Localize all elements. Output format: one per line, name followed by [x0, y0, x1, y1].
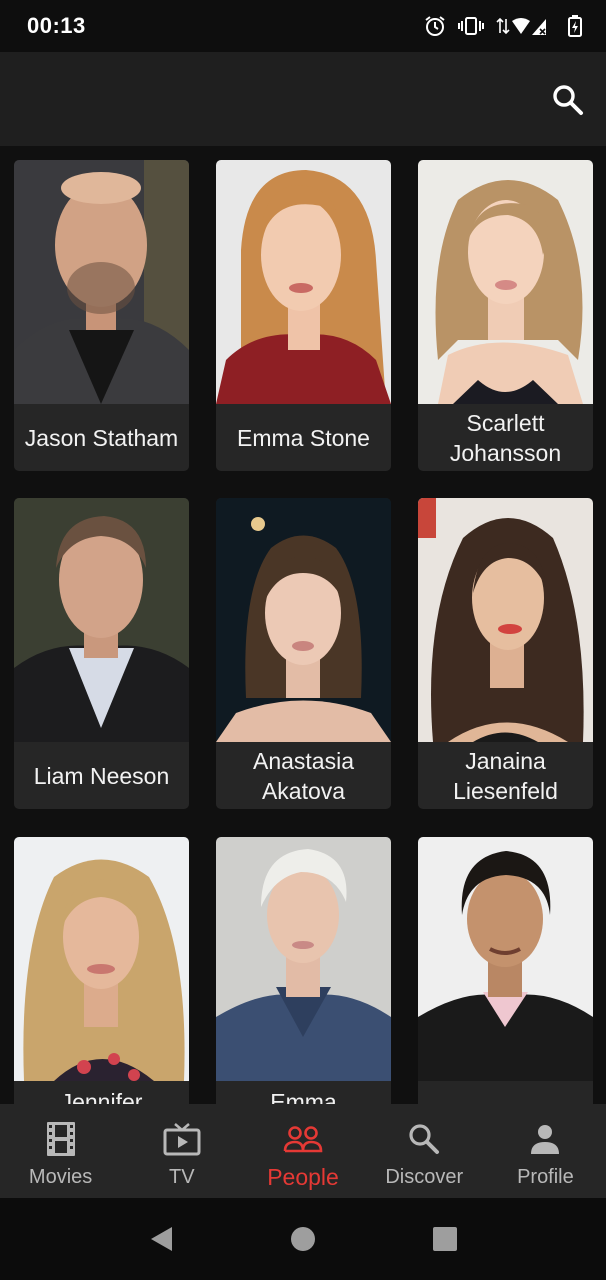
person-card-anastasia-akatova[interactable]: Anastasia Akatova [216, 498, 391, 809]
person-name: Anastasia Akatova [252, 747, 354, 804]
person-card-emma-stone[interactable]: Emma Stone [216, 160, 391, 471]
person-name: Jason Statham [24, 424, 179, 451]
person-name: Liam Neeson [33, 762, 170, 789]
person-name: Jennifer [60, 1089, 143, 1104]
person-photo [418, 160, 593, 404]
nav-label: Discover [385, 1166, 464, 1188]
people-grid: Jason Statham Emma Stone Scarlett Johans… [0, 146, 606, 1104]
person-photo [216, 160, 391, 404]
person-name: Emma [270, 1089, 337, 1104]
app-bar [0, 52, 606, 146]
search-icon [408, 1120, 440, 1158]
person-name: Scarlett Johansson [449, 409, 562, 466]
people-icon [283, 1120, 323, 1158]
person-card-scarlett-johansson[interactable]: Scarlett Johansson [418, 160, 593, 471]
nav-label: People [267, 1164, 339, 1190]
film-icon [46, 1120, 75, 1158]
person-card-janaina-liesenfeld[interactable]: Janaina Liesenfeld [418, 498, 593, 809]
person-card-jackie[interactable] [418, 837, 593, 1104]
back-icon[interactable] [131, 1209, 191, 1269]
person-name: Janaina Liesenfeld [453, 747, 558, 804]
person-photo [14, 498, 189, 742]
nav-item-discover[interactable]: Discover [364, 1104, 485, 1198]
person-photo [14, 837, 189, 1081]
person-card-liam-neeson[interactable]: Liam Neeson [14, 498, 189, 809]
system-navigation-bar [0, 1198, 606, 1280]
person-card-jason-statham[interactable]: Jason Statham [14, 160, 189, 471]
person-card-emma[interactable]: Emma [216, 837, 391, 1104]
person-photo [216, 837, 391, 1081]
person-icon [530, 1120, 560, 1158]
nav-item-people[interactable]: People [242, 1104, 363, 1198]
status-time: 00:13 [27, 13, 86, 38]
person-photo [14, 160, 189, 404]
recents-icon[interactable] [415, 1209, 475, 1269]
status-icons [424, 15, 582, 37]
nav-label: Movies [28, 1166, 93, 1188]
alarm-icon [424, 15, 446, 37]
person-card-jennifer[interactable]: Jennifer [14, 837, 189, 1104]
person-photo [418, 837, 593, 1081]
person-photo [418, 498, 593, 742]
nav-item-movies[interactable]: Movies [0, 1104, 121, 1198]
vibrate-icon [458, 15, 484, 37]
nav-label: TV [169, 1166, 195, 1188]
search-icon[interactable] [550, 82, 586, 118]
nav-item-profile[interactable]: Profile [485, 1104, 606, 1198]
nav-label: Profile [517, 1166, 574, 1188]
person-name: Emma Stone [237, 424, 370, 451]
status-bar: 00:13 [0, 0, 606, 52]
person-photo [216, 498, 391, 742]
home-icon[interactable] [273, 1209, 333, 1269]
person-name [418, 1081, 593, 1104]
signal-icon [496, 15, 556, 37]
tv-icon [163, 1120, 201, 1158]
bottom-navigation: Movies TV People Discover Profile [0, 1104, 606, 1198]
nav-item-tv[interactable]: TV [121, 1104, 242, 1198]
battery-icon [568, 15, 582, 37]
